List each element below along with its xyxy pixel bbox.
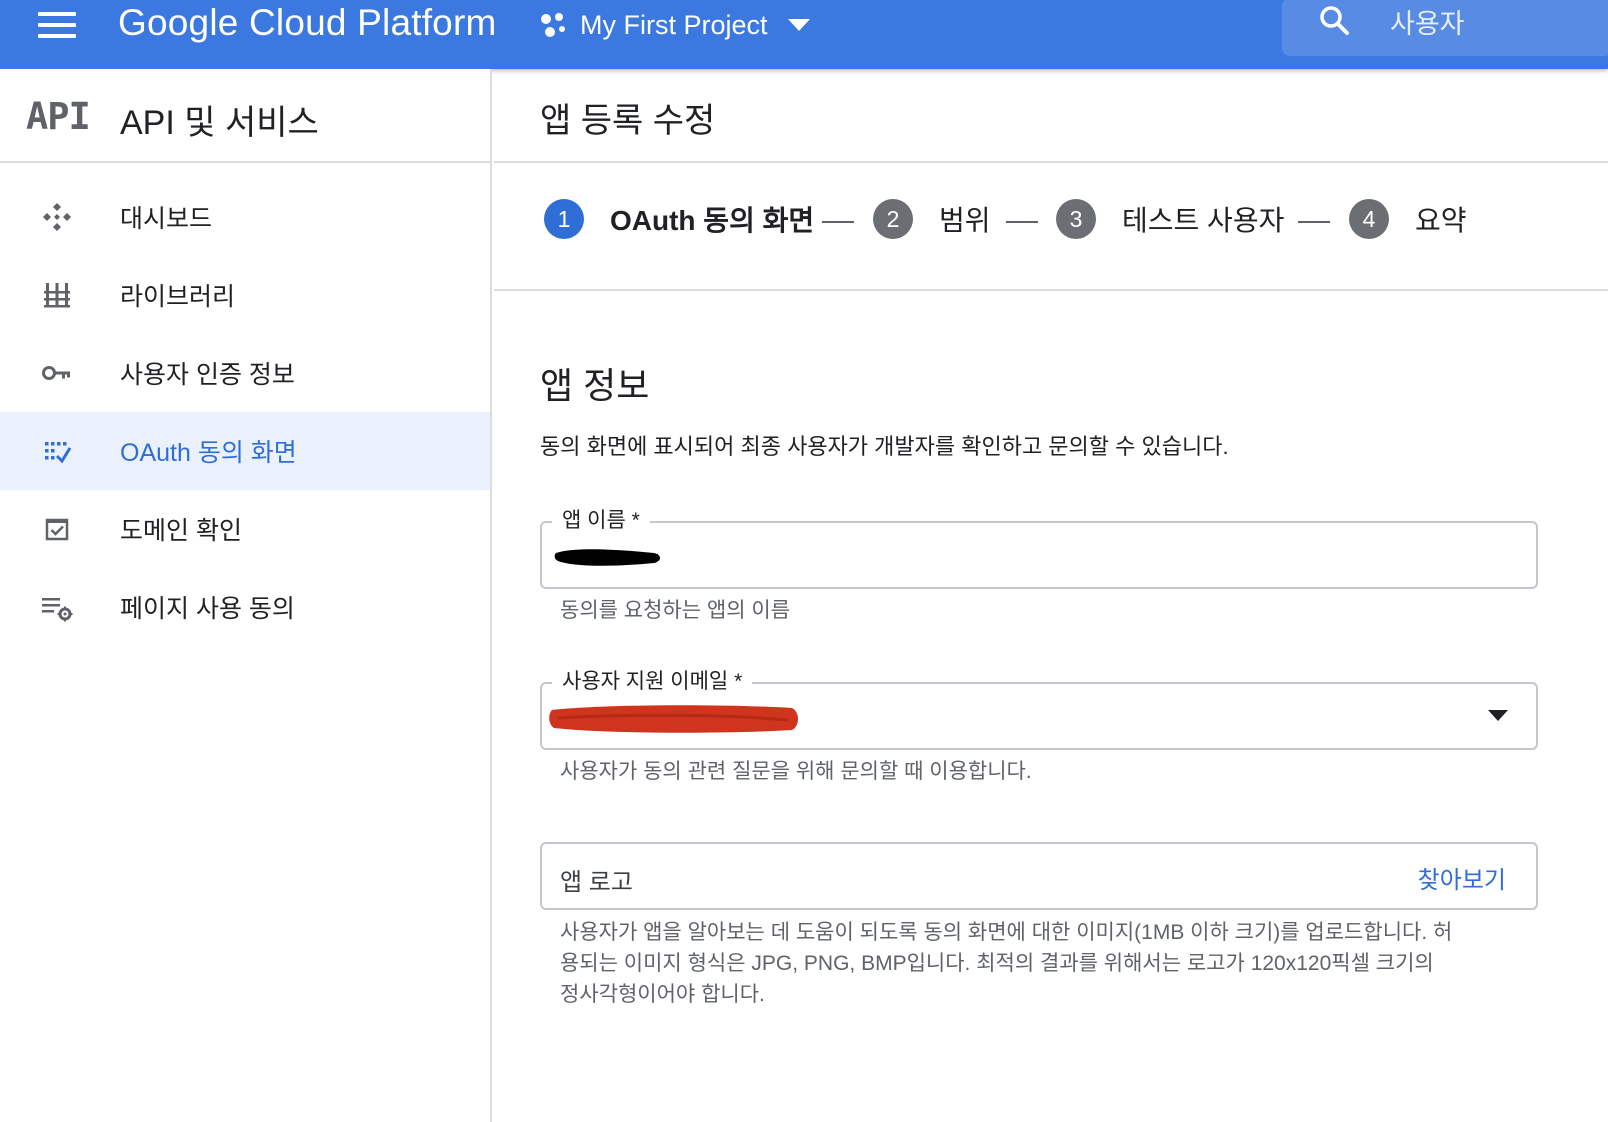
step-separator: [1006, 221, 1038, 223]
support-email-select[interactable]: 사용자 지원 이메일 *: [540, 665, 1538, 750]
support-email-helper: 사용자가 동의 관련 질문을 위해 문의할 때 이용합니다.: [560, 760, 1032, 783]
project-dots-icon: [541, 13, 565, 37]
brand-title[interactable]: Google Cloud Platform: [118, 2, 497, 44]
search-bar[interactable]: 사용자: [1282, 0, 1608, 56]
app-logo-helper-line: 용되는 이미지 형식은 JPG, PNG, BMP입니다. 최적의 결과를 위해…: [560, 952, 1434, 975]
step-number: 4: [1349, 199, 1389, 239]
app-name-field[interactable]: 앱 이름 *: [540, 504, 1538, 589]
sidebar-item-page-usage-agreement[interactable]: 페이지 사용 동의: [0, 568, 490, 646]
step-oauth-consent[interactable]: 1 OAuth 동의 화면: [544, 199, 814, 239]
step-separator: [1298, 221, 1330, 223]
browse-button[interactable]: 찾아보기: [1418, 860, 1506, 895]
step-number: 1: [544, 199, 584, 239]
search-input[interactable]: 사용자: [1390, 2, 1465, 41]
project-name: My First Project: [580, 9, 768, 40]
redaction-scribble: [549, 705, 798, 733]
dashboard-icon: [40, 200, 74, 234]
section-title: 앱 정보: [540, 365, 650, 406]
consent-icon: [40, 434, 74, 468]
step-label: OAuth 동의 화면: [610, 205, 815, 236]
step-number: 2: [873, 199, 913, 239]
sidebar-item-dashboard[interactable]: 대시보드: [0, 178, 490, 256]
sidebar-header: API API 및 서비스: [0, 69, 490, 163]
step-label: 테스트 사용자: [1122, 205, 1285, 236]
step-separator: [822, 221, 854, 223]
sidebar-item-label: OAuth 동의 화면: [120, 439, 297, 467]
step-summary[interactable]: 4 요약: [1349, 199, 1467, 239]
sidebar-item-label: 라이브러리: [120, 283, 236, 311]
step-test-users[interactable]: 3 테스트 사용자: [1056, 199, 1284, 239]
support-email-label: 사용자 지원 이메일 *: [552, 665, 753, 695]
sidebar: API API 및 서비스 대시보드 라이브러리 사용자 인증 정보 OAuth…: [0, 69, 492, 1122]
page-title: 앱 등록 수정: [540, 102, 716, 140]
search-icon[interactable]: [1318, 4, 1350, 36]
app-info-section: 앱 정보 동의 화면에 표시되어 최종 사용자가 개발자를 확인하고 문의할 수…: [540, 357, 1540, 461]
sidebar-item-credentials[interactable]: 사용자 인증 정보: [0, 334, 490, 412]
stepper: 1 OAuth 동의 화면 2 범위 3 테스트 사용자 4 요약: [494, 163, 1608, 291]
key-icon: [40, 356, 74, 390]
checkbox-icon: [40, 512, 74, 546]
sidebar-item-label: 사용자 인증 정보: [120, 361, 295, 389]
redaction-scribble: [554, 549, 660, 566]
project-selector[interactable]: My First Project: [538, 8, 810, 42]
app-name-helper: 동의를 요청하는 앱의 이름: [560, 599, 791, 622]
app-logo-field[interactable]: 앱 로고 찾아보기: [540, 842, 1538, 910]
main-content: 앱 등록 수정 1 OAuth 동의 화면 2 범위 3 테스트 사용자 4 요…: [494, 69, 1608, 1122]
library-icon: [40, 278, 74, 312]
chevron-down-icon: [787, 19, 810, 31]
app-logo-helper-line: 정사각형이어야 합니다.: [560, 983, 765, 1006]
step-label: 요약: [1415, 205, 1467, 236]
sidebar-item-label: 대시보드: [120, 205, 213, 233]
step-scopes[interactable]: 2 범위: [873, 199, 991, 239]
sidebar-nav: 대시보드 라이브러리 사용자 인증 정보 OAuth 동의 화면 도메인 확인 …: [0, 163, 490, 646]
settings-list-icon: [40, 590, 74, 624]
app-name-label: 앱 이름 *: [552, 504, 650, 534]
sidebar-item-library[interactable]: 라이브러리: [0, 256, 490, 334]
chevron-down-icon[interactable]: [1488, 710, 1508, 722]
api-logo: API: [26, 95, 91, 138]
top-app-bar: Google Cloud Platform My First Project 사…: [0, 0, 1608, 69]
menu-icon[interactable]: [38, 12, 76, 38]
page-header: 앱 등록 수정: [494, 69, 1608, 163]
app-logo-placeholder: 앱 로고: [560, 869, 633, 896]
sidebar-item-label: 페이지 사용 동의: [120, 595, 295, 623]
sidebar-item-label: 도메인 확인: [120, 517, 242, 545]
sidebar-item-domain-verification[interactable]: 도메인 확인: [0, 490, 490, 568]
step-number: 3: [1056, 199, 1096, 239]
app-logo-helper-line: 사용자가 앱을 알아보는 데 도움이 되도록 동의 화면에 대한 이미지(1MB…: [560, 921, 1453, 944]
sidebar-title: API 및 서비스: [120, 104, 319, 142]
sidebar-item-oauth-consent[interactable]: OAuth 동의 화면: [0, 412, 490, 490]
step-label: 범위: [939, 205, 991, 236]
app-logo-helper: 사용자가 앱을 알아보는 데 도움이 되도록 동의 화면에 대한 이미지(1MB…: [560, 917, 1560, 1010]
section-description: 동의 화면에 표시되어 최종 사용자가 개발자를 확인하고 문의할 수 있습니다…: [540, 434, 1229, 459]
